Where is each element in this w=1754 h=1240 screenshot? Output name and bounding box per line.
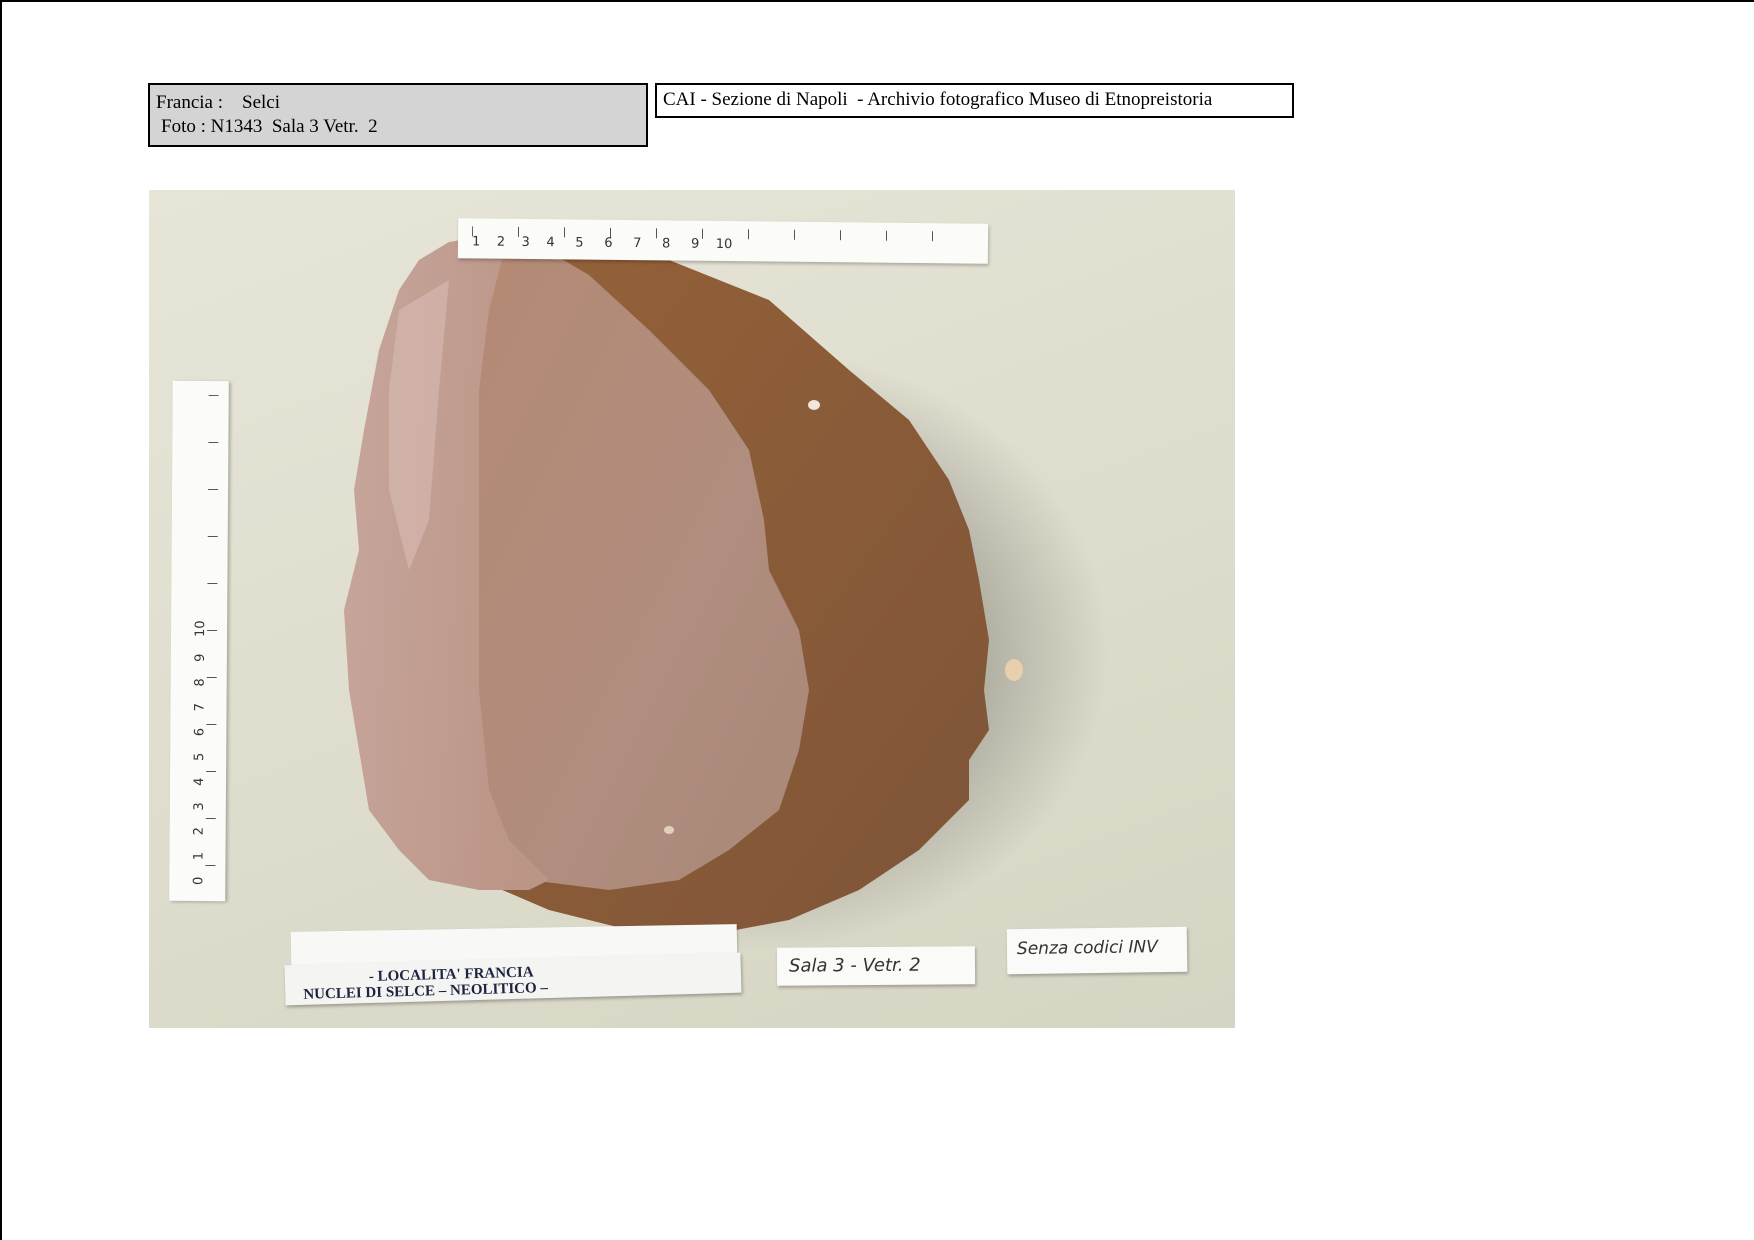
- horizontal-scale-ruler: 1 2 3 4 5 6 7 8 9 10: [457, 218, 989, 264]
- flint-core-illustration: [344, 232, 1109, 950]
- catalog-label: Francia : Selci Foto : N1343 Sala 3 Vetr…: [148, 83, 648, 147]
- catalog-label-line1: Francia : Selci: [156, 92, 280, 113]
- room-card: Sala 3 - Vetr. 2: [776, 946, 976, 986]
- inventory-card: Senza codici INV: [1006, 926, 1188, 975]
- artifact-photo: 1 2 3 4 5 6 7 8 9 10 0 1 2 3 4 5 6 7 8 9…: [149, 190, 1235, 1028]
- vertical-scale-ruler: 0 1 2 3 4 5 6 7 8 9 10: [169, 380, 229, 902]
- ruler-numbers: 1 2 3 4 5 6 7 8 9 10: [471, 234, 733, 253]
- catalog-label-line2: Foto : N1343 Sala 3 Vetr. 2: [161, 116, 378, 137]
- flint-inclusion: [808, 400, 820, 410]
- flint-inclusion: [664, 826, 674, 834]
- flint-inclusion: [1005, 659, 1023, 681]
- page-border-left: [0, 0, 2, 1240]
- page-border-top: [0, 0, 1754, 2]
- archive-title: CAI - Sezione di Napoli - Archivio fotog…: [655, 83, 1294, 118]
- ruler-numbers: 0 1 2 3 4 5 6 7 8 9 10: [191, 620, 209, 886]
